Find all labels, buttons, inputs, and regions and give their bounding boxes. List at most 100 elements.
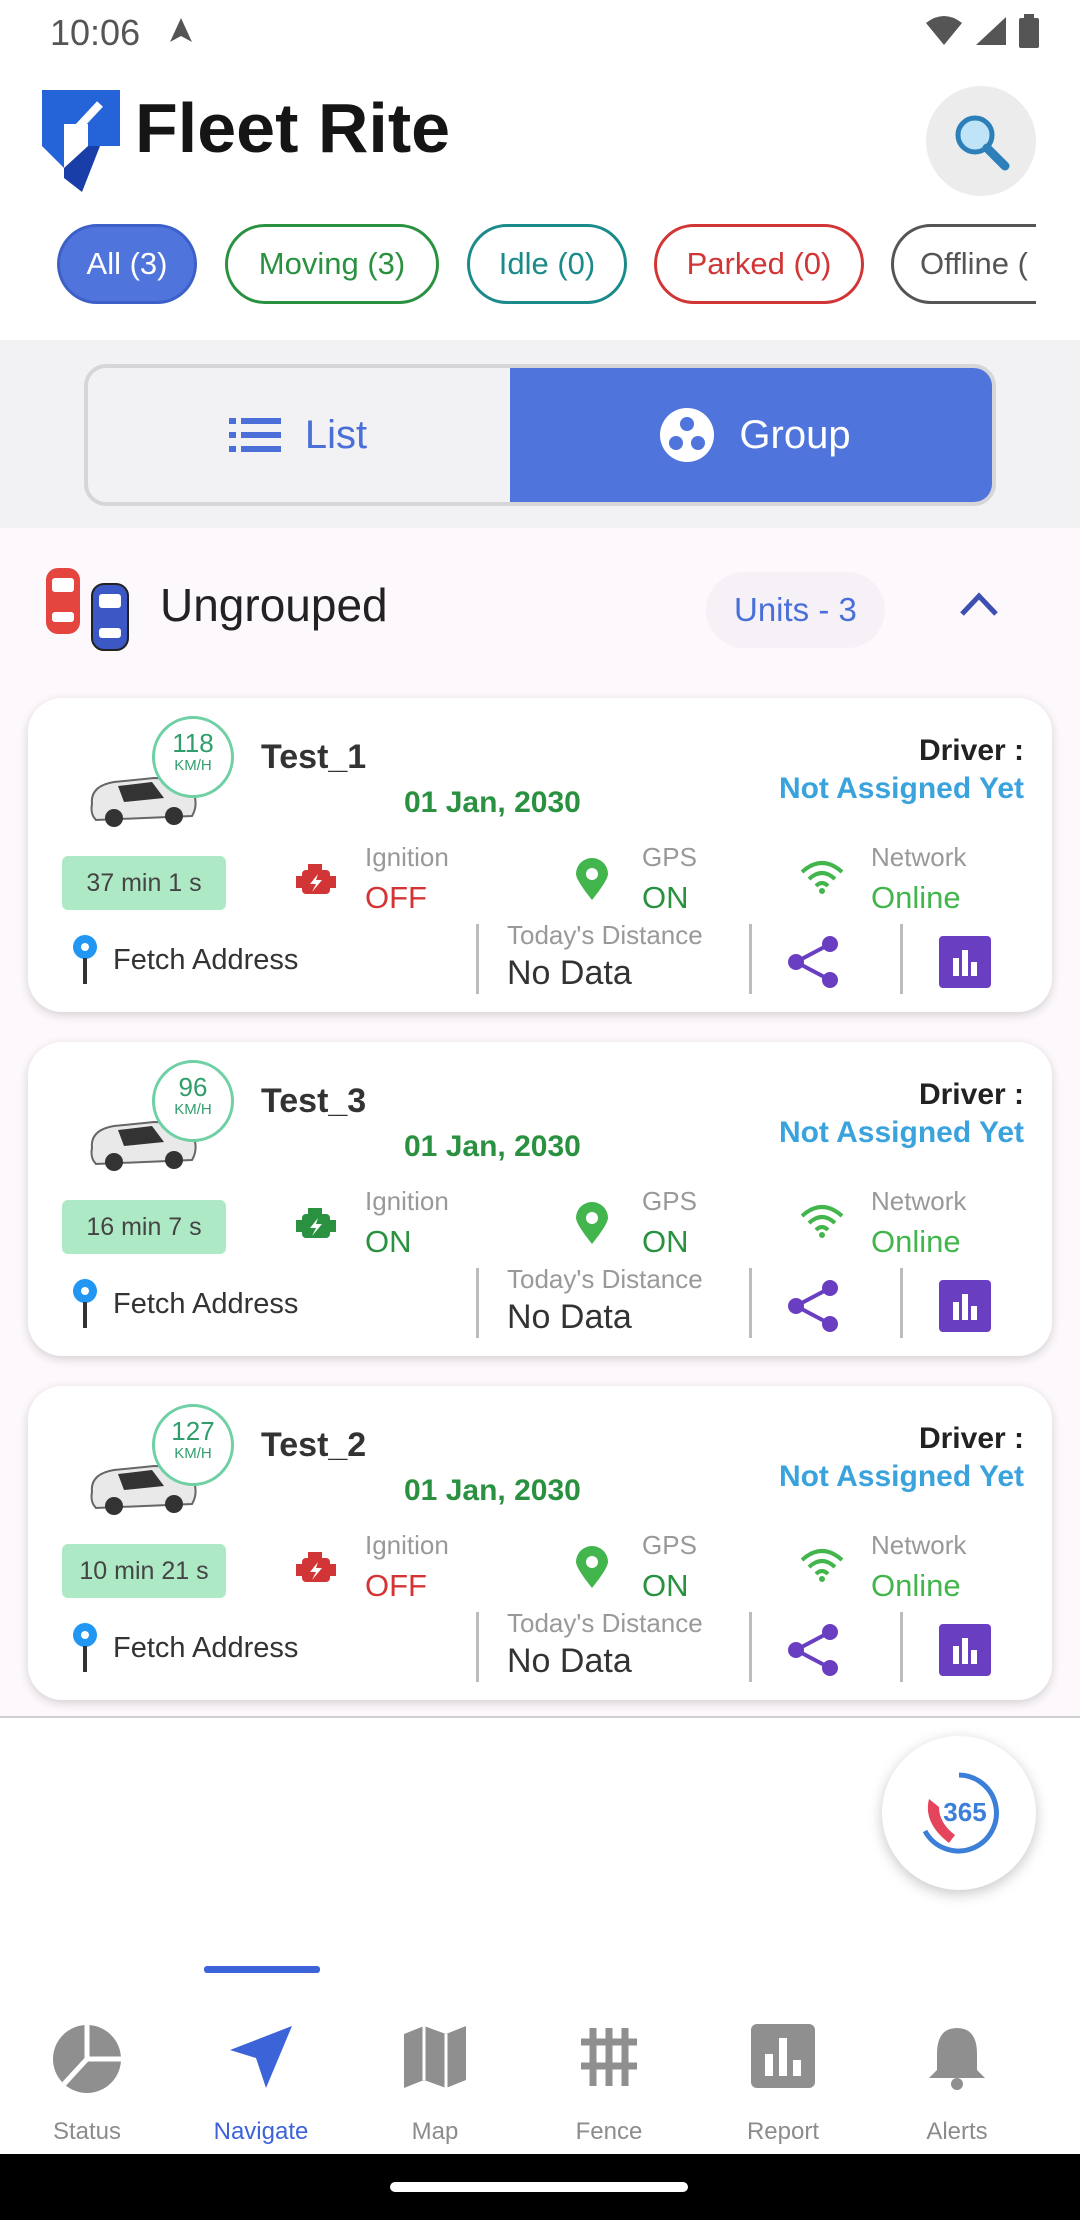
distance-value: No Data bbox=[507, 1642, 632, 1680]
distance-value: No Data bbox=[507, 954, 632, 992]
search-icon bbox=[955, 115, 1010, 171]
engine-ignition-icon bbox=[296, 1208, 336, 1238]
search-button[interactable] bbox=[926, 86, 1036, 196]
nav-item-status[interactable]: Status bbox=[0, 1966, 174, 2154]
filter-chip-idle[interactable]: Idle (0) bbox=[467, 224, 627, 304]
speed-value: 118 bbox=[172, 728, 214, 758]
filter-chip-moving[interactable]: Moving (3) bbox=[225, 224, 439, 304]
vehicle-date: 01 Jan, 2030 bbox=[404, 1130, 581, 1163]
cell-signal-icon bbox=[976, 17, 1006, 45]
vehicle-date: 01 Jan, 2030 bbox=[404, 786, 581, 819]
status-icons bbox=[924, 14, 1040, 48]
share-icon[interactable] bbox=[786, 934, 840, 990]
list-view-label: List bbox=[304, 412, 368, 457]
share-icon[interactable] bbox=[786, 1278, 840, 1334]
support-365-icon: 365 bbox=[922, 1772, 999, 1854]
speed-unit: KM/H bbox=[174, 757, 212, 774]
ignition-label: Ignition bbox=[365, 842, 449, 872]
report-button[interactable] bbox=[939, 1624, 991, 1676]
divider bbox=[749, 1612, 752, 1682]
nav-label: Fence bbox=[575, 2118, 643, 2145]
gps-label: GPS bbox=[642, 1186, 697, 1216]
gps-status: ON bbox=[642, 880, 689, 915]
bar-chart-icon bbox=[751, 2024, 815, 2088]
divider bbox=[900, 924, 903, 994]
chevron-up-icon[interactable] bbox=[958, 588, 1000, 618]
vehicle-name: Test_3 bbox=[261, 1082, 367, 1120]
navigate-arrow-icon bbox=[230, 2026, 292, 2088]
ignition-status: ON bbox=[365, 1224, 412, 1259]
vehicle-card[interactable]: 118 KM/H Test_1 01 Jan, 2030 Driver : No… bbox=[28, 698, 1052, 1012]
divider bbox=[900, 1268, 903, 1338]
speed-badge: 127 KM/H bbox=[152, 1404, 234, 1486]
fetch-address-link[interactable]: Fetch Address bbox=[113, 1288, 298, 1321]
ignition-status: OFF bbox=[365, 1568, 427, 1603]
ignition-label: Ignition bbox=[365, 1530, 449, 1560]
fetch-address-link[interactable]: Fetch Address bbox=[113, 944, 298, 977]
network-wifi-icon bbox=[800, 1205, 844, 1238]
vehicle-name: Test_2 bbox=[261, 1426, 367, 1464]
support-365-button[interactable]: 365 bbox=[882, 1736, 1036, 1890]
view-toggle-area: List Group bbox=[0, 340, 1080, 528]
gps-status: ON bbox=[642, 1224, 689, 1259]
report-button[interactable] bbox=[939, 1280, 991, 1332]
fetch-address-link[interactable]: Fetch Address bbox=[113, 1632, 298, 1665]
group-name: Ungrouped bbox=[160, 579, 388, 631]
filter-chip-parked[interactable]: Parked (0) bbox=[654, 224, 864, 304]
network-label: Network bbox=[871, 1530, 967, 1560]
nav-item-fence[interactable]: Fence bbox=[522, 1966, 696, 2154]
network-label: Network bbox=[871, 842, 967, 872]
network-label: Network bbox=[871, 1186, 967, 1216]
speed-badge: 96 KM/H bbox=[152, 1060, 234, 1142]
gps-pin-icon bbox=[576, 1202, 608, 1244]
speed-unit: KM/H bbox=[174, 1445, 212, 1462]
nav-item-alerts[interactable]: Alerts bbox=[870, 1966, 1044, 2154]
network-status: Online bbox=[871, 1568, 961, 1603]
vehicle-card[interactable]: 127 KM/H Test_2 01 Jan, 2030 Driver : No… bbox=[28, 1386, 1052, 1700]
distance-label: Today's Distance bbox=[507, 920, 703, 950]
report-chart-icon bbox=[953, 950, 977, 976]
network-status: Online bbox=[871, 880, 961, 915]
vehicle-name: Test_1 bbox=[261, 738, 367, 776]
fence-grid-icon bbox=[581, 2028, 637, 2086]
status-time: 10:06 bbox=[50, 12, 141, 53]
status-bar: 10:06 bbox=[0, 0, 1080, 66]
filter-chip-all[interactable]: All (3) bbox=[57, 224, 197, 304]
group-view-button[interactable]: Group bbox=[510, 368, 992, 502]
fab-label: 365 bbox=[943, 1797, 986, 1827]
ignition-status: OFF bbox=[365, 880, 427, 915]
filter-chip-offline[interactable]: Offline ( bbox=[891, 224, 1036, 304]
share-icon[interactable] bbox=[786, 1622, 840, 1678]
network-wifi-icon bbox=[800, 1549, 844, 1582]
navigation-status-icon bbox=[170, 18, 192, 42]
vehicle-card[interactable]: 96 KM/H Test_3 01 Jan, 2030 Driver : Not… bbox=[28, 1042, 1052, 1356]
divider bbox=[749, 1268, 752, 1338]
list-view-button[interactable]: List bbox=[88, 368, 508, 502]
units-count-badge: Units - 3 bbox=[706, 572, 885, 648]
gps-pin-icon bbox=[576, 858, 608, 900]
nav-item-report[interactable]: Report bbox=[696, 1966, 870, 2154]
gps-pin-icon bbox=[576, 1546, 608, 1588]
view-toggle: List Group bbox=[84, 364, 996, 506]
app-title: Fleet Rite bbox=[135, 89, 451, 167]
system-navigation-bar bbox=[0, 2154, 1080, 2220]
divider bbox=[900, 1612, 903, 1682]
engine-ignition-icon bbox=[296, 1552, 336, 1582]
group-view-label: Group bbox=[739, 412, 851, 457]
group-icon bbox=[660, 408, 715, 462]
home-gesture-handle[interactable] bbox=[390, 2182, 688, 2192]
app-header: Fleet Rite bbox=[0, 66, 1080, 216]
driver-value: Not Assigned Yet bbox=[778, 772, 1024, 805]
vehicles-group-icon bbox=[46, 568, 129, 651]
nav-label: Status bbox=[52, 2118, 122, 2145]
nav-label: Alerts bbox=[926, 2118, 988, 2145]
location-pin-icon bbox=[73, 1623, 97, 1672]
nav-label: Map bbox=[411, 2118, 459, 2145]
nav-item-map[interactable]: Map bbox=[348, 1966, 522, 2154]
report-button[interactable] bbox=[939, 936, 991, 988]
nav-label: Navigate bbox=[213, 2118, 309, 2145]
duration-badge: 10 min 21 s bbox=[62, 1544, 226, 1598]
group-header[interactable]: Ungrouped Units - 3 bbox=[0, 528, 1080, 688]
nav-item-navigate[interactable]: Navigate bbox=[174, 1966, 348, 2154]
location-pin-icon bbox=[73, 1279, 97, 1328]
